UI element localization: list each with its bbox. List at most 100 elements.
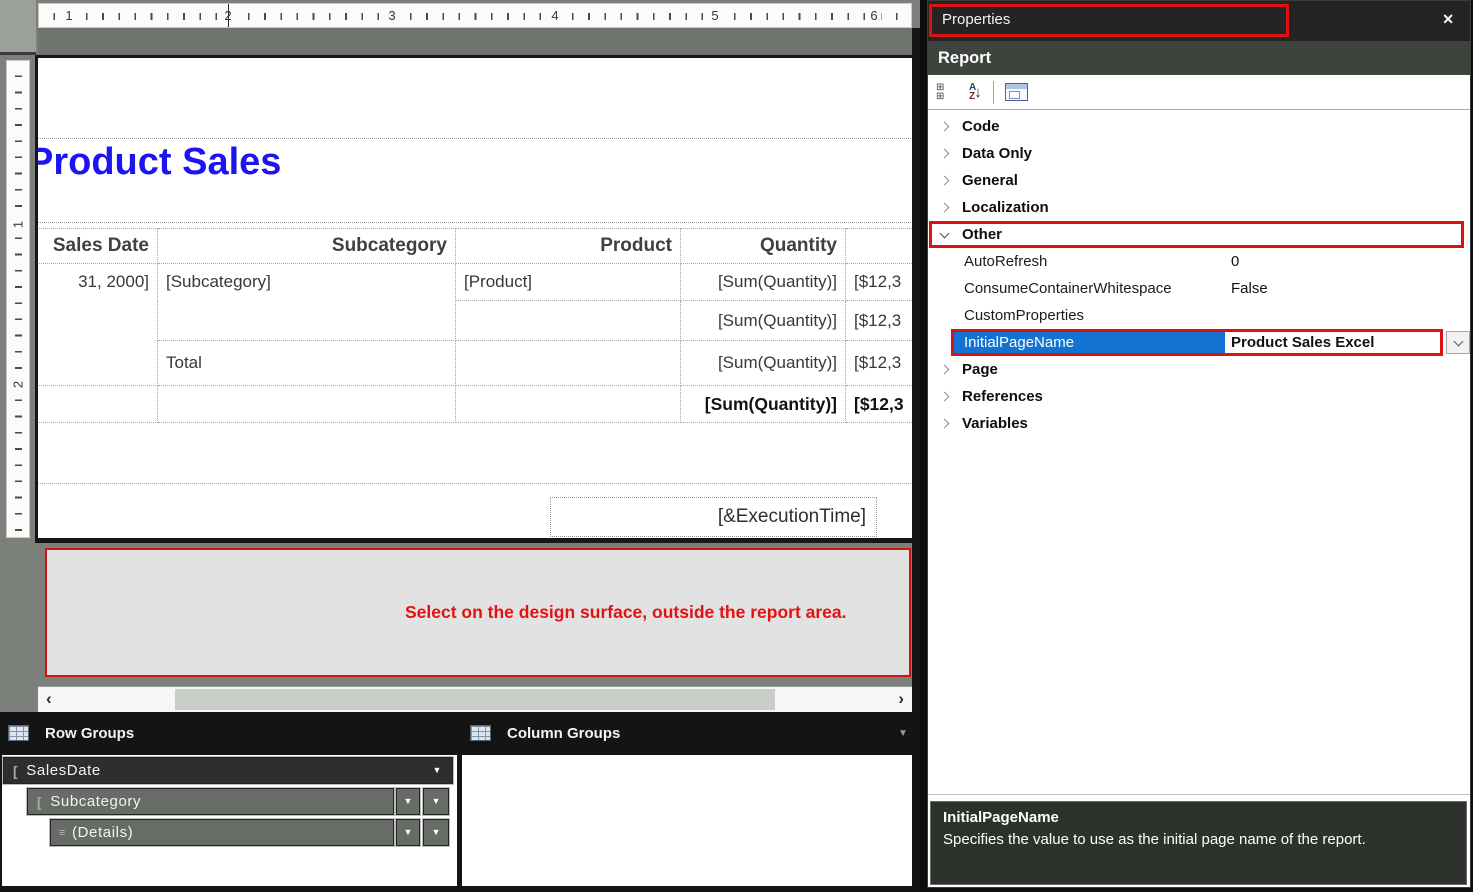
- category-row-localization[interactable]: Localization: [928, 194, 1470, 221]
- ruler-ticks: [39, 13, 911, 20]
- selected-property-name[interactable]: InitialPageName: [953, 329, 1225, 356]
- value-dropdown-button[interactable]: [1446, 331, 1470, 354]
- row-group-details[interactable]: ≡ (Details): [50, 819, 394, 846]
- dropdown-arrow-icon: ▼: [404, 797, 413, 806]
- details-lines-icon: ≡: [59, 827, 66, 839]
- properties-titlebar: Properties ✕: [928, 1, 1470, 41]
- column-groups-header: Column Groups: [470, 712, 620, 754]
- scroll-right-icon[interactable]: ›: [898, 687, 904, 711]
- tablix-table[interactable]: Sales Date Subcategory Product Quantity …: [35, 228, 912, 423]
- ruler-number: 3: [385, 7, 399, 25]
- close-icon[interactable]: ✕: [1442, 11, 1454, 28]
- cell-sum-quantity[interactable]: [Sum(Quantity)]: [681, 386, 846, 423]
- cell-empty[interactable]: [456, 341, 681, 386]
- category-row-page[interactable]: Page: [928, 356, 1470, 383]
- table-header-row[interactable]: Sales Date Subcategory Product Quantity: [36, 229, 913, 264]
- group-dropdown-icon[interactable]: ▼: [432, 766, 442, 775]
- ruler-number: 5: [708, 7, 722, 25]
- cell-total-label[interactable]: Total: [158, 341, 456, 386]
- header-cell-amount[interactable]: [846, 229, 913, 264]
- cell-sum-amount[interactable]: [$12,3: [846, 341, 913, 386]
- column-groups-label: Column Groups: [507, 725, 620, 742]
- category-row-code[interactable]: Code: [928, 113, 1470, 140]
- category-row-other[interactable]: Other: [928, 221, 1470, 248]
- report-page[interactable]: Product Sales Sales Date Subcategory Pro…: [35, 55, 912, 543]
- cell-sum-amount[interactable]: [$12,3: [846, 386, 913, 423]
- sort-alphabetical-icon[interactable]: AZ ↓: [969, 83, 982, 101]
- row-group-salesdate[interactable]: [ SalesDate ▼: [3, 757, 453, 784]
- horizontal-scrollbar[interactable]: ‹ ›: [38, 686, 912, 712]
- report-builder-window: 1 2 3 4 5 6 1 2 Product Sales Sales Date…: [0, 0, 1473, 892]
- ruler-corner: [0, 0, 36, 55]
- group-dropdown-button[interactable]: ▼: [423, 819, 449, 846]
- category-row-data-only[interactable]: Data Only: [928, 140, 1470, 167]
- cell-sum-quantity[interactable]: [Sum(Quantity)]: [681, 301, 846, 341]
- group-dropdown-button[interactable]: ▼: [396, 819, 420, 846]
- chevron-right-icon: [940, 365, 950, 375]
- cell-empty[interactable]: [158, 386, 456, 423]
- chevron-right-icon: [940, 176, 950, 186]
- table-row[interactable]: 31, 2000] [Subcategory] [Product] [Sum(Q…: [36, 264, 913, 301]
- table-grid-icon: [8, 725, 29, 741]
- cell-sum-amount[interactable]: [$12,3: [846, 301, 913, 341]
- header-cell-sales-date[interactable]: Sales Date: [36, 229, 158, 264]
- cell-sum-quantity[interactable]: [Sum(Quantity)]: [681, 264, 846, 301]
- cell-empty[interactable]: [456, 386, 681, 423]
- report-title-textbox[interactable]: Product Sales: [35, 138, 912, 223]
- property-row-consumecontainerwhitespace[interactable]: ConsumeContainerWhitespace False: [928, 275, 1470, 302]
- initialpagename-value[interactable]: Product Sales Excel: [1231, 334, 1374, 351]
- ruler-number: 6: [867, 7, 881, 25]
- ruler-ticks: [15, 61, 22, 537]
- header-cell-subcategory[interactable]: Subcategory: [158, 229, 456, 264]
- cell-subcategory[interactable]: [Subcategory]: [158, 264, 456, 341]
- execution-time-textbox[interactable]: [&ExecutionTime]: [550, 497, 877, 537]
- property-pages-icon[interactable]: [1005, 83, 1028, 101]
- cell-sum-amount[interactable]: [$12,3: [846, 264, 913, 301]
- property-row-autorefresh[interactable]: AutoRefresh 0: [928, 248, 1470, 275]
- row-group-subcategory[interactable]: [ Subcategory: [27, 788, 394, 815]
- group-dropdown-button[interactable]: ▼: [423, 788, 449, 815]
- design-surface-margin: [38, 28, 912, 55]
- group-label: SalesDate: [26, 762, 101, 779]
- table-row-grand-total[interactable]: [Sum(Quantity)] [$12,3: [36, 386, 913, 423]
- page-footer-boundary: [35, 483, 912, 484]
- row-groups-header: Row Groups: [8, 712, 134, 754]
- design-surface-highlight[interactable]: Select on the design surface, outside th…: [45, 548, 911, 677]
- cell-empty[interactable]: [456, 301, 681, 341]
- column-groups-menu-icon[interactable]: ▼: [898, 728, 908, 739]
- property-row-customproperties[interactable]: CustomProperties: [928, 302, 1470, 329]
- scroll-left-icon[interactable]: ‹: [46, 687, 52, 711]
- selected-object-header: Report: [928, 41, 1470, 75]
- header-cell-quantity[interactable]: Quantity: [681, 229, 846, 264]
- group-label: (Details): [72, 824, 133, 841]
- scrollbar-thumb[interactable]: [175, 689, 775, 710]
- table-grid-icon: [470, 725, 491, 741]
- grouping-pane: Row Groups Column Groups ▼ [ SalesDate ▼…: [0, 712, 920, 892]
- group-dropdown-button[interactable]: ▼: [396, 788, 420, 815]
- categorized-view-icon[interactable]: ⊞⊞: [936, 83, 962, 101]
- report-title: Product Sales: [35, 139, 281, 185]
- ruler-number: 1: [11, 216, 26, 234]
- tablix-region[interactable]: Sales Date Subcategory Product Quantity …: [35, 228, 912, 423]
- chevron-right-icon: [940, 203, 950, 213]
- category-row-general[interactable]: General: [928, 167, 1470, 194]
- property-grid: Code Data Only General Localization Othe…: [928, 110, 1470, 437]
- vertical-ruler: 1 2: [6, 60, 30, 538]
- row-groups-label: Row Groups: [45, 725, 134, 742]
- cell-empty[interactable]: [36, 386, 158, 423]
- category-row-variables[interactable]: Variables: [928, 410, 1470, 437]
- chevron-right-icon: [940, 419, 950, 429]
- header-cell-product[interactable]: Product: [456, 229, 681, 264]
- toolbar-separator: [993, 81, 994, 104]
- group-bracket-icon: [: [13, 763, 18, 779]
- row-groups-panel[interactable]: [ SalesDate ▼ [ Subcategory ▼ ▼ ≡ (Detai…: [2, 755, 457, 886]
- properties-panel: Properties ✕ Report ⊞⊞ AZ ↓ Code: [927, 0, 1471, 888]
- cell-product[interactable]: [Product]: [456, 264, 681, 301]
- category-row-references[interactable]: References: [928, 383, 1470, 410]
- property-row-initialpagename[interactable]: InitialPageName Product Sales Excel: [928, 329, 1470, 356]
- cell-sales-date[interactable]: 31, 2000]: [36, 264, 158, 386]
- cell-sum-quantity[interactable]: [Sum(Quantity)]: [681, 341, 846, 386]
- overlay-message: Select on the design surface, outside th…: [405, 602, 847, 623]
- table-row-total[interactable]: Total [Sum(Quantity)] [$12,3: [36, 341, 913, 386]
- column-groups-panel[interactable]: [462, 755, 912, 886]
